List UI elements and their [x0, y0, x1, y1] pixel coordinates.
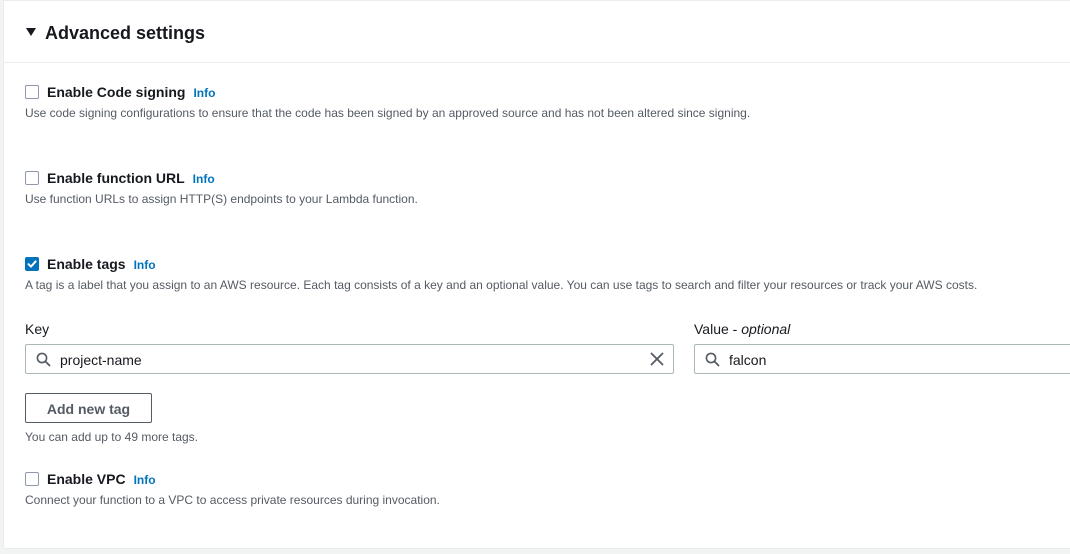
vpc-info-link[interactable]: Info [134, 473, 156, 487]
add-new-tag-button[interactable]: Add new tag [25, 393, 152, 423]
checkmark-icon [27, 260, 37, 268]
tags-checkbox[interactable] [25, 257, 39, 271]
advanced-settings-panel: Advanced settings Enable Code signing Inf… [3, 0, 1070, 549]
function-url-info-link[interactable]: Info [193, 172, 215, 186]
advanced-settings-header[interactable]: Advanced settings [4, 1, 1070, 63]
search-icon [36, 352, 51, 367]
code-signing-label[interactable]: Enable Code signing Info [47, 83, 215, 102]
tag-value-value: falcon [729, 352, 767, 368]
function-url-label[interactable]: Enable function URL Info [47, 169, 215, 188]
vpc-label[interactable]: Enable VPC Info [47, 470, 156, 489]
tags-remaining-hint: You can add up to 49 more tags. [25, 430, 199, 444]
clear-icon[interactable] [650, 352, 664, 366]
code-signing-description: Use code signing configurations to ensur… [25, 106, 751, 120]
tag-key-label: Key [25, 321, 50, 337]
tags-label[interactable]: Enable tags Info [47, 255, 156, 274]
caret-down-icon[interactable] [26, 28, 36, 36]
tags-description: A tag is a label that you assign to an A… [25, 278, 978, 292]
tag-key-value: project-name [60, 352, 142, 368]
vpc-checkbox[interactable] [25, 472, 39, 486]
code-signing-checkbox[interactable] [25, 85, 39, 99]
vpc-description: Connect your function to a VPC to access… [25, 493, 440, 507]
function-url-description: Use function URLs to assign HTTP(S) endp… [25, 192, 418, 206]
code-signing-info-link[interactable]: Info [193, 86, 215, 100]
tag-value-input[interactable]: falcon [694, 344, 1070, 374]
tags-info-link[interactable]: Info [134, 258, 156, 272]
search-icon [705, 352, 720, 367]
function-url-checkbox[interactable] [25, 171, 39, 185]
tag-key-input[interactable]: project-name [25, 344, 674, 374]
section-title: Advanced settings [45, 23, 206, 43]
tag-value-label: Value - optional [694, 321, 791, 337]
